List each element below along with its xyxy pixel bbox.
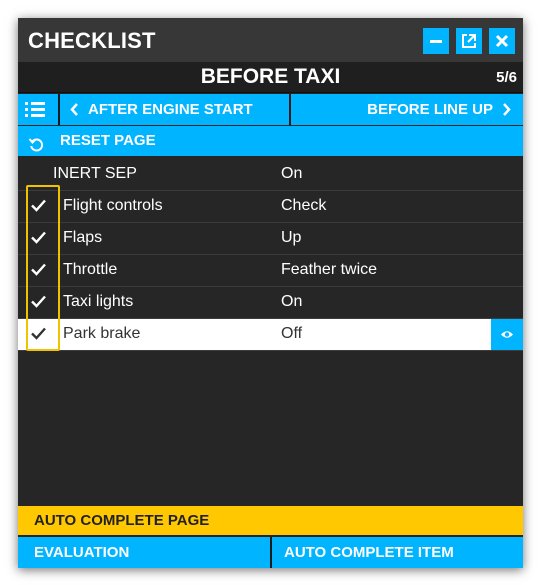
auto-complete-page-button[interactable]: AUTO COMPLETE PAGE (18, 506, 523, 535)
checklist-item[interactable]: Taxi lights On (18, 287, 523, 319)
close-icon (495, 34, 509, 48)
item-label: INERT SEP (53, 165, 137, 182)
next-page-button[interactable]: BEFORE LINE UP (291, 94, 523, 125)
evaluation-button[interactable]: EVALUATION (18, 537, 272, 568)
page-header: BEFORE TAXI 5/6 (18, 62, 523, 93)
footer-bar: EVALUATION AUTO COMPLETE ITEM (18, 537, 523, 568)
item-label: Flight controls (63, 197, 163, 214)
eye-icon (501, 331, 513, 338)
item-value: Check (281, 197, 327, 214)
checklist-panel: CHECKLIST BEFORE TAXI 5/6 AFTER ENGINE S… (18, 18, 523, 568)
page-title: BEFORE TAXI (200, 65, 341, 88)
checklist-item[interactable]: INERT SEP On (18, 159, 523, 191)
view-item-button[interactable] (491, 319, 523, 350)
menu-button[interactable] (18, 94, 58, 125)
item-label: Flaps (63, 229, 103, 246)
checkbox-highlight (26, 185, 60, 351)
window-title: CHECKLIST (28, 28, 156, 53)
item-value: On (281, 293, 303, 310)
item-value: Off (281, 325, 303, 342)
checklist-item-current[interactable]: Park brake Off (18, 319, 523, 351)
title-bar: CHECKLIST (18, 18, 523, 62)
list-icon (25, 102, 45, 117)
auto-complete-item-label: AUTO COMPLETE ITEM (284, 544, 454, 561)
previous-page-button[interactable]: AFTER ENGINE START (58, 94, 291, 125)
auto-complete-item-button[interactable]: AUTO COMPLETE ITEM (272, 537, 523, 568)
next-page-label: BEFORE LINE UP (367, 101, 493, 118)
reset-page-label: RESET PAGE (60, 132, 156, 149)
item-label: Throttle (63, 261, 118, 278)
page-counter: 5/6 (496, 69, 517, 86)
item-value: Feather twice (281, 261, 378, 278)
item-label: Taxi lights (63, 293, 134, 310)
reset-page-button[interactable]: RESET PAGE (18, 126, 523, 156)
popout-icon (462, 34, 476, 48)
page-navigation: AFTER ENGINE START BEFORE LINE UP (18, 94, 523, 125)
previous-page-label: AFTER ENGINE START (88, 101, 253, 118)
minimize-icon (430, 40, 442, 43)
checklist-item[interactable]: Throttle Feather twice (18, 255, 523, 287)
item-value: On (281, 165, 303, 182)
evaluation-label: EVALUATION (34, 544, 130, 561)
checklist-item[interactable]: Flaps Up (18, 223, 523, 255)
auto-complete-page-label: AUTO COMPLETE PAGE (34, 512, 210, 529)
item-label: Park brake (63, 325, 141, 342)
close-button[interactable] (489, 28, 515, 54)
item-value: Up (281, 229, 302, 246)
checklist-item[interactable]: Flight controls Check (18, 191, 523, 223)
popout-button[interactable] (456, 28, 482, 54)
minimize-button[interactable] (423, 28, 449, 54)
